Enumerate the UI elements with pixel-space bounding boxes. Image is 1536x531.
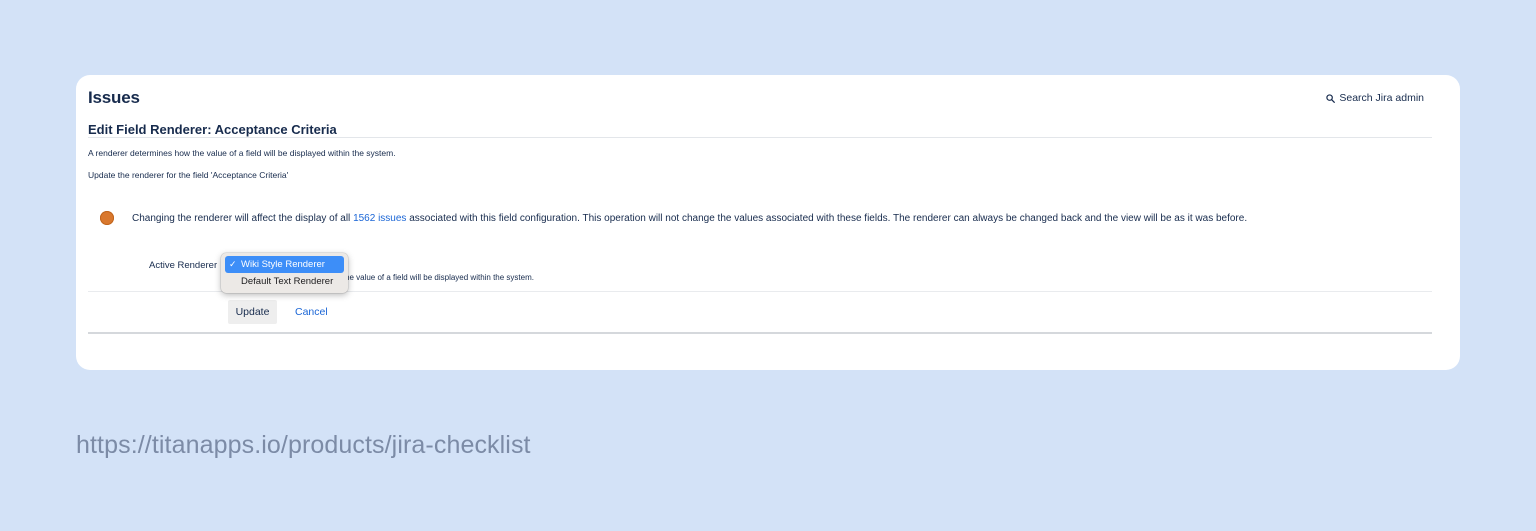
search-label: Search Jira admin [1339, 92, 1424, 104]
cancel-button[interactable]: Cancel [295, 306, 328, 318]
option-label: Default Text Renderer [241, 276, 334, 287]
search-icon [1326, 93, 1336, 103]
admin-panel-card: Issues Search Jira admin Edit Field Rend… [76, 75, 1460, 370]
warning-text-after: associated with this field configuration… [406, 212, 1248, 224]
option-wiki-style-renderer[interactable]: ✓ Wiki Style Renderer [225, 256, 344, 273]
warning-dot-icon [100, 211, 114, 225]
footer-url: https://titanapps.io/products/jira-check… [76, 431, 531, 459]
divider [88, 137, 1432, 138]
active-renderer-label: Active Renderer [149, 260, 218, 271]
renderer-description: A renderer determines how the value of a… [88, 148, 396, 158]
warning-message: Changing the renderer will affect the di… [100, 211, 1247, 225]
check-icon: ✓ [229, 259, 237, 269]
renderer-select-dropdown[interactable]: ✓ Wiki Style Renderer Default Text Rende… [221, 253, 348, 293]
page-title: Issues [88, 88, 140, 107]
issues-count-link[interactable]: 1562 issues [353, 213, 406, 224]
option-default-text-renderer[interactable]: Default Text Renderer [225, 273, 344, 290]
divider [88, 332, 1432, 334]
section-title: Edit Field Renderer: Acceptance Criteria [88, 122, 337, 137]
update-note: Update the renderer for the field 'Accep… [88, 170, 289, 180]
page: Issues Search Jira admin Edit Field Rend… [0, 0, 1536, 531]
renderer-help-text: he value of a field will be displayed wi… [345, 273, 534, 282]
option-label: Wiki Style Renderer [241, 259, 325, 270]
update-button[interactable]: Update [228, 300, 277, 324]
search-jira-admin[interactable]: Search Jira admin [1326, 92, 1424, 104]
warning-text-before: Changing the renderer will affect the di… [132, 212, 354, 224]
